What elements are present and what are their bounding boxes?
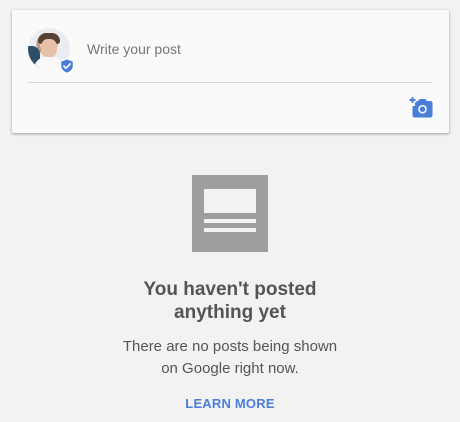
add-photo-icon[interactable] xyxy=(409,96,433,118)
verified-shield-icon xyxy=(60,58,74,74)
posts-placeholder-icon xyxy=(192,175,268,252)
page: You haven't posted anything yet There ar… xyxy=(0,0,460,422)
empty-state-message: There are no posts being shown on Google… xyxy=(122,338,338,377)
user-avatar[interactable] xyxy=(28,28,74,74)
write-post-input[interactable] xyxy=(87,39,417,59)
empty-state-title: You haven't posted anything yet xyxy=(143,279,317,323)
empty-state: You haven't posted anything yet There ar… xyxy=(0,175,460,413)
post-composer-card xyxy=(12,10,449,133)
composer-divider xyxy=(28,82,433,83)
learn-more-link[interactable]: LEARN MORE xyxy=(185,396,274,411)
